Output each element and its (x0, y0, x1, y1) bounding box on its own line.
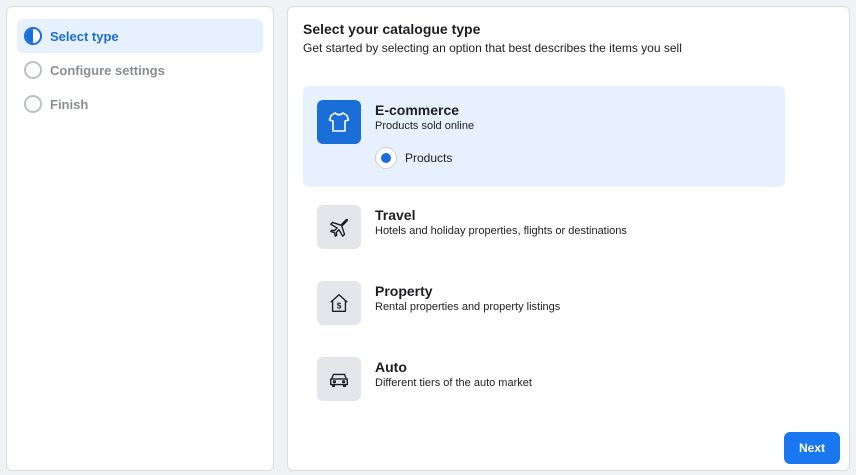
svg-text:$: $ (337, 302, 342, 311)
option-title: Auto (375, 359, 407, 375)
step-configure-settings[interactable]: Configure settings (17, 53, 263, 87)
option-ecommerce[interactable]: E-commerce Products sold online Products (303, 86, 785, 187)
option-description: Products sold online (375, 120, 475, 132)
option-title: Travel (375, 207, 416, 223)
radio-label: Products (405, 151, 453, 165)
step-label: Select type (50, 28, 119, 44)
car-icon (317, 357, 361, 401)
option-description: Rental properties and property listings (375, 301, 561, 313)
option-property[interactable]: $ Property Rental properties and propert… (303, 269, 785, 339)
step-label: Configure settings (50, 62, 165, 78)
step-label: Finish (50, 96, 89, 112)
page-title: Select your catalogue type (303, 21, 481, 37)
option-auto[interactable]: Auto Different tiers of the auto market (303, 345, 785, 415)
option-description: Hotels and holiday properties, flights o… (375, 225, 627, 237)
step-circle-icon (24, 95, 42, 113)
airplane-icon (317, 205, 361, 249)
option-description: Different tiers of the auto market (375, 377, 532, 389)
tshirt-icon (317, 100, 361, 144)
page-subtitle: Get started by selecting an option that … (303, 41, 682, 55)
step-circle-icon (24, 61, 42, 79)
radio-button[interactable] (375, 147, 397, 169)
radio-products[interactable]: Products (375, 147, 452, 169)
step-select-type[interactable]: Select type (17, 19, 263, 53)
next-button[interactable]: Next (784, 432, 840, 464)
main-panel: Select your catalogue type Get started b… (287, 6, 850, 471)
step-finish[interactable]: Finish (17, 87, 263, 121)
house-dollar-icon: $ (317, 281, 361, 325)
option-title: Property (375, 283, 433, 299)
steps-sidebar: Select type Configure settings Finish (6, 6, 274, 471)
option-title: E-commerce (375, 102, 460, 118)
step-progress-icon (24, 27, 42, 45)
option-travel[interactable]: Travel Hotels and holiday properties, fl… (303, 193, 785, 263)
